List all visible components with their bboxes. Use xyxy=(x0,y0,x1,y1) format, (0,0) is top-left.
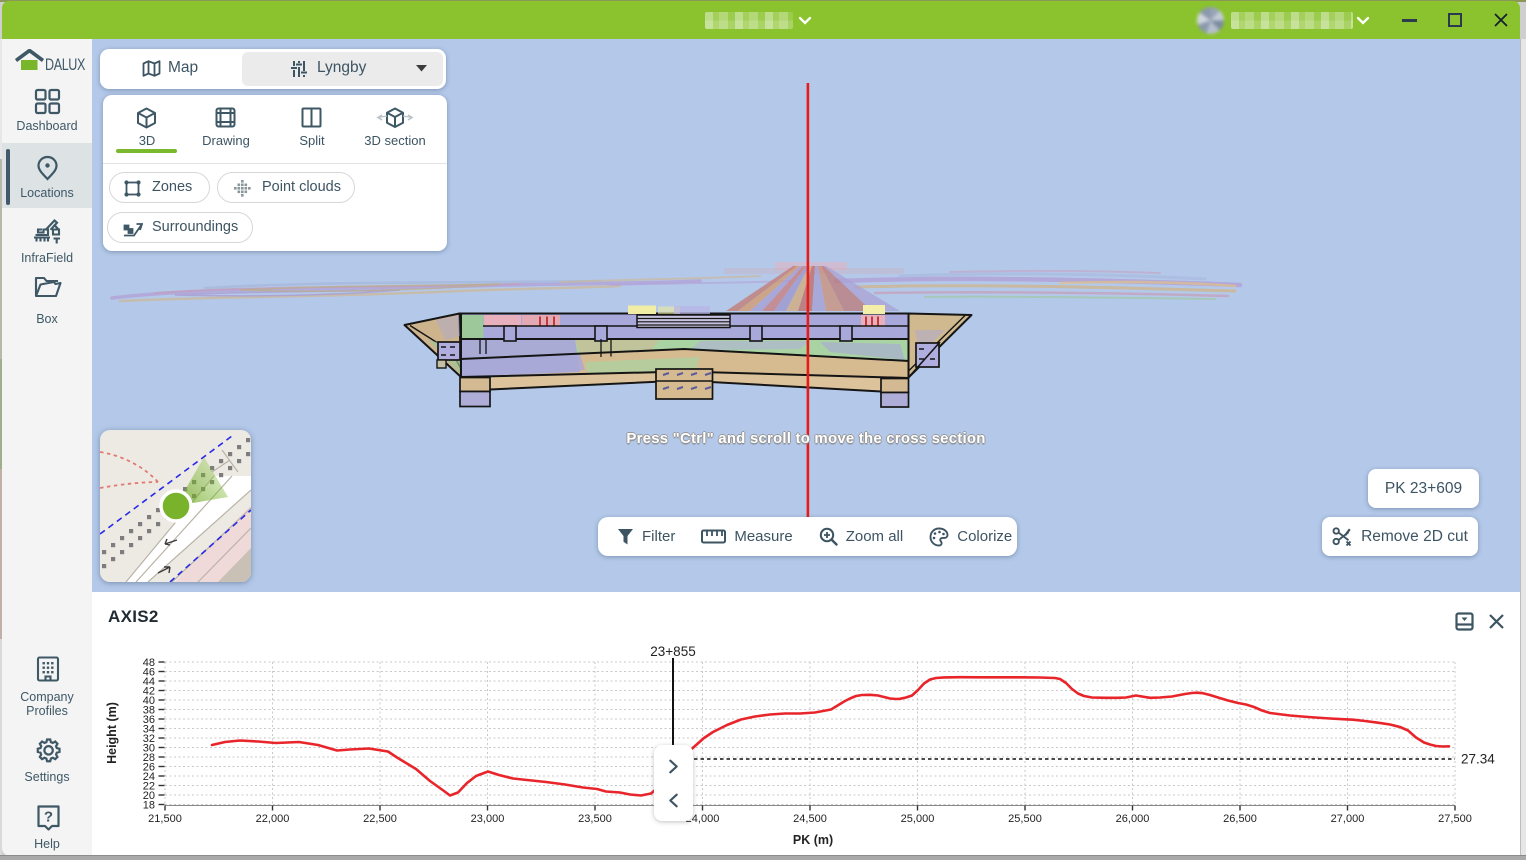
svg-text:27.34: 27.34 xyxy=(1461,752,1495,767)
svg-text:21,500: 21,500 xyxy=(148,813,182,825)
svg-text:27,500: 27,500 xyxy=(1438,813,1472,825)
svg-text:26,000: 26,000 xyxy=(1116,813,1150,825)
svg-text:23,000: 23,000 xyxy=(471,813,505,825)
svg-text:25,000: 25,000 xyxy=(901,813,935,825)
svg-text:23+855: 23+855 xyxy=(650,644,695,659)
svg-text:PK (m): PK (m) xyxy=(793,833,833,847)
svg-text:Height (m): Height (m) xyxy=(105,702,119,764)
svg-text:26,500: 26,500 xyxy=(1223,813,1257,825)
svg-text:23,500: 23,500 xyxy=(578,813,612,825)
svg-text:18: 18 xyxy=(143,800,155,812)
svg-text:?: ? xyxy=(44,809,53,826)
svg-text:24,500: 24,500 xyxy=(793,813,827,825)
svg-text:27,000: 27,000 xyxy=(1331,813,1365,825)
svg-text:DALUX: DALUX xyxy=(45,55,85,74)
svg-text:22,500: 22,500 xyxy=(363,813,397,825)
svg-text:22,000: 22,000 xyxy=(256,813,290,825)
svg-text:25,500: 25,500 xyxy=(1008,813,1042,825)
